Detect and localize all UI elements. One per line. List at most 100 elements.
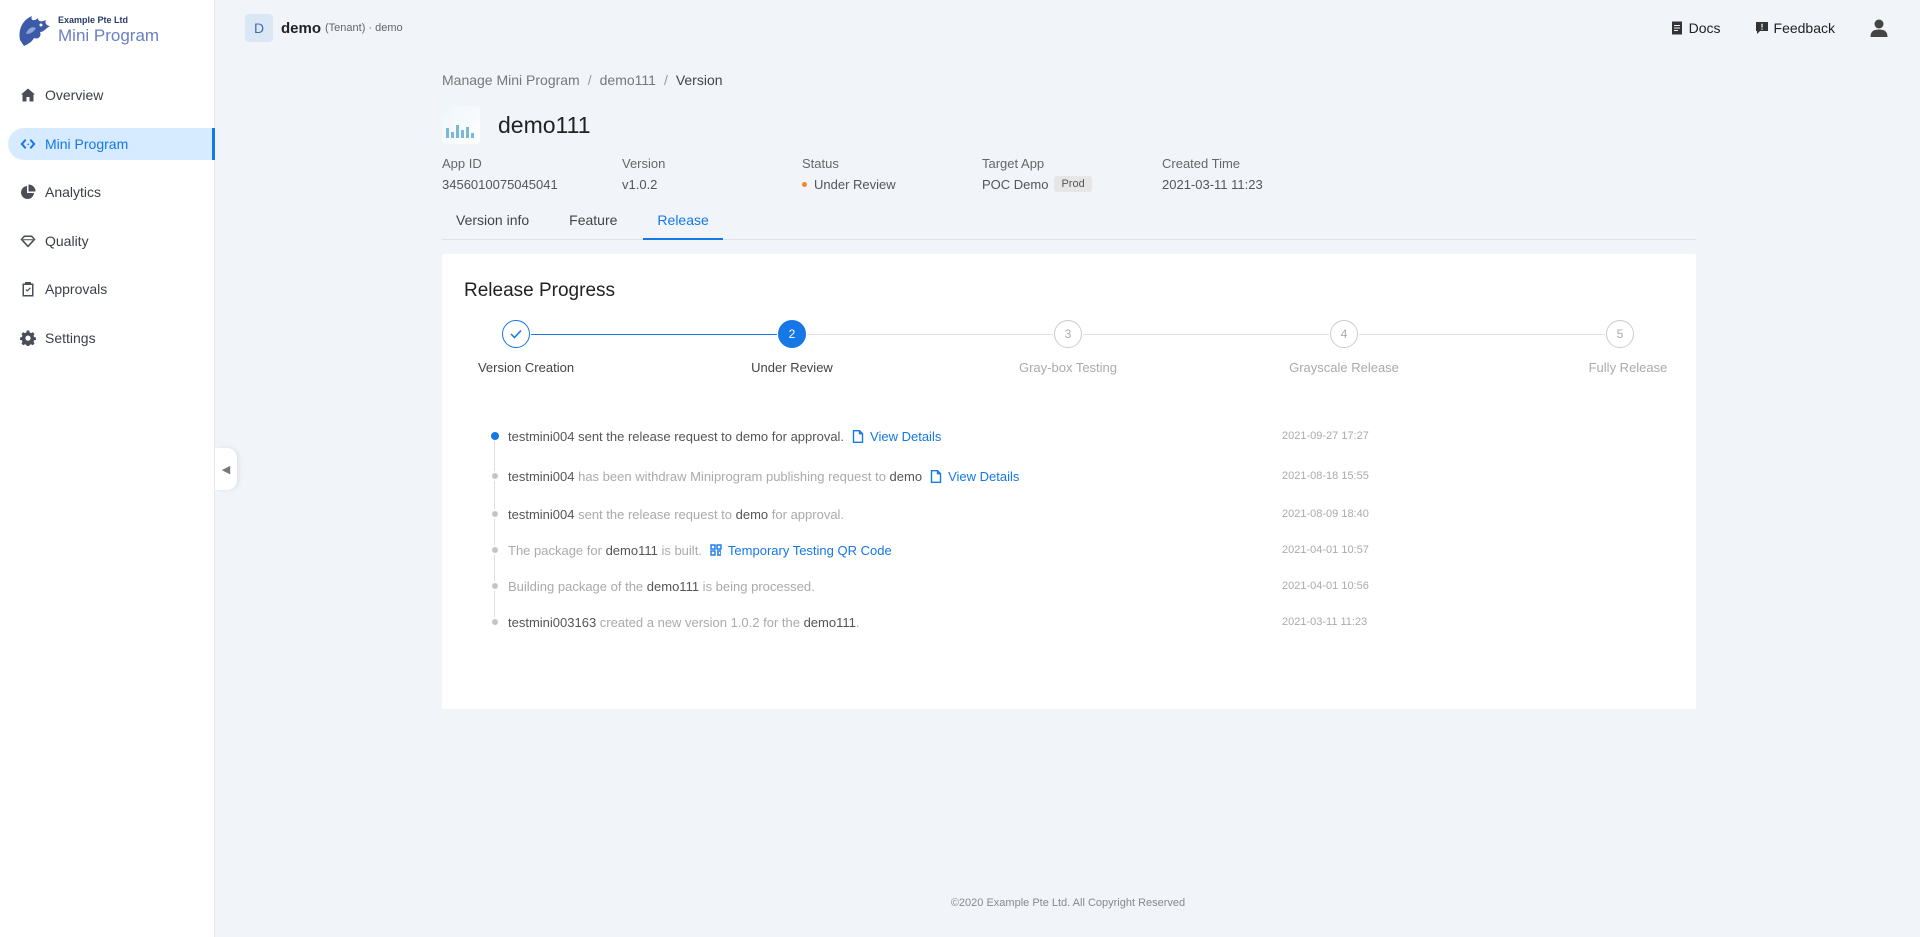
user-menu-button[interactable]: [1869, 18, 1894, 38]
sidebar-collapse-button[interactable]: ◀: [215, 448, 237, 490]
timeline-entity: demo: [735, 428, 769, 444]
home-icon: [21, 88, 35, 102]
step-label-2: Under Review: [751, 360, 833, 375]
step-circle-3: 3: [1054, 320, 1082, 348]
timeline-entity: testmini004: [508, 468, 575, 484]
meta-label-version: Version: [622, 156, 666, 171]
qr-code-link[interactable]: Temporary Testing QR Code: [710, 543, 892, 558]
logo-company: Example Pte Ltd: [58, 14, 129, 25]
timeline-entity: demo111: [605, 542, 658, 558]
top-header: D demo (Tenant) · demo Docs Feedback: [216, 0, 1920, 56]
gear-icon: [20, 330, 36, 346]
timeline-entity: demo: [889, 468, 923, 484]
breadcrumb-item-current: Version: [675, 72, 723, 88]
timeline-time: 2021-08-18 15:55: [1282, 470, 1369, 482]
timeline-item: Building package of the demo111 is being…: [492, 576, 1608, 617]
timeline-connector: [494, 555, 495, 581]
timeline-text: testmini003163 created a new version 1.0…: [508, 615, 859, 630]
docs-link[interactable]: Docs: [1670, 20, 1721, 36]
app-name: demo111: [498, 111, 591, 138]
link-label: View Details: [948, 468, 1020, 484]
card-title: Release Progress: [464, 280, 616, 301]
tab-version-info[interactable]: Version info: [442, 208, 543, 240]
release-steps: Version Creation 2 Under Review 3 Gray-box T…: [442, 320, 1696, 380]
step-connector: [1083, 334, 1329, 335]
status-dot: [802, 181, 807, 187]
code-icon: [20, 138, 36, 149]
pie-chart-icon: [21, 184, 36, 199]
timeline-phrase: has been withdraw Miniprogram publishing…: [574, 468, 890, 484]
check-icon: [510, 329, 522, 339]
timeline-dot: [492, 547, 498, 553]
tenant-avatar[interactable]: D: [245, 14, 273, 42]
sidebar-item-label: Quality: [45, 232, 89, 249]
app-meta: App ID 3456010075045041 Version v1.0.2 S…: [442, 156, 1696, 193]
tab-bar: Version info Feature Release: [442, 208, 1696, 240]
sidebar-item-approvals[interactable]: Approvals: [8, 273, 215, 305]
sidebar-item-label: Approvals: [45, 281, 108, 297]
breadcrumb-item-app[interactable]: demo111: [600, 72, 656, 88]
logo-product: Mini Program: [58, 25, 160, 45]
view-details-link[interactable]: View Details: [930, 469, 1019, 484]
sidebar-item-label: Mini Program: [45, 135, 129, 152]
tab-feature[interactable]: Feature: [555, 208, 631, 240]
sidebar-item-quality[interactable]: Quality: [8, 225, 215, 257]
qr-code-icon: [710, 543, 722, 556]
step-label-5: Fully Release: [1588, 360, 1668, 375]
link-label: Temporary Testing QR Code: [727, 542, 892, 558]
timeline-phrase: for approval.: [768, 506, 845, 522]
timeline-dot: [492, 583, 498, 589]
main-content: Manage Mini Program / demo111 / Version demo…: [442, 72, 1696, 709]
meta-value-status: Under Review: [814, 176, 896, 192]
timeline-time: 2021-08-09 18:40: [1282, 508, 1369, 520]
step-label-3: Gray-box Testing: [1018, 360, 1118, 375]
breadcrumb: Manage Mini Program / demo111 / Version: [442, 72, 1696, 89]
step-connector: [531, 334, 777, 335]
sidebar-item-settings[interactable]: Settings: [8, 322, 215, 354]
meta-label-app-id: App ID: [442, 156, 482, 171]
timeline-item: The package for demo111 is built. Tempora…: [492, 540, 1608, 581]
footer-copyright: ©2020 Example Pte Ltd. All Copyright Res…: [950, 897, 1186, 909]
tab-release[interactable]: Release: [643, 208, 723, 240]
sidebar-item-mini-program[interactable]: Mini Program: [8, 127, 215, 160]
sidebar-nav: Overview Mini Program Analytics Quality …: [0, 79, 215, 370]
timeline-entity: demo111: [646, 578, 700, 594]
step-circle-2: 2: [778, 320, 806, 348]
clipboard-icon: [22, 282, 34, 297]
timeline-phrase: sent the release request to: [574, 428, 736, 444]
breadcrumb-separator: /: [663, 72, 668, 88]
sidebar-item-label: Overview: [45, 87, 104, 103]
feedback-link[interactable]: Feedback: [1755, 20, 1835, 36]
sidebar-item-overview[interactable]: Overview: [8, 79, 215, 111]
sidebar-item-analytics[interactable]: Analytics: [8, 176, 215, 208]
logo[interactable]: Example Pte Ltd Mini Program: [14, 10, 159, 50]
timeline-dot: [492, 511, 498, 517]
timeline-connector: [494, 519, 495, 545]
meta-value-app-id: 3456010075045041: [442, 176, 558, 192]
timeline-entity: testmini004: [508, 428, 575, 444]
user-icon: [1870, 19, 1888, 37]
timeline-item: testmini004 sent the release request to …: [492, 504, 1608, 545]
dragon-logo-icon: [19, 16, 50, 46]
step-connector: [807, 334, 1053, 335]
timeline-item: testmini003163 created a new version 1.0…: [492, 612, 1608, 632]
timeline-item: testmini004 sent the release request to …: [491, 426, 1608, 471]
sidebar: Example Pte Ltd Mini Program Overview Mi…: [0, 0, 215, 937]
tenant-name[interactable]: demo: [281, 20, 321, 37]
meta-value-target-app: POC Demo: [982, 176, 1049, 192]
step-circle-5: 5: [1606, 320, 1634, 348]
timeline-phrase: is built.: [657, 542, 702, 558]
docs-label: Docs: [1688, 20, 1721, 36]
app-title-row: demo111: [442, 106, 1696, 144]
document-icon: [1671, 21, 1682, 35]
timeline-phrase: .: [855, 614, 860, 630]
breadcrumb-item-manage[interactable]: Manage Mini Program: [442, 72, 580, 88]
file-icon: [852, 429, 864, 443]
timeline-entity: demo111: [803, 614, 856, 630]
timeline-phrase: Building package of the: [508, 578, 647, 594]
timeline-phrase: The package for: [508, 542, 606, 558]
view-details-link[interactable]: View Details: [852, 429, 941, 444]
meta-label-status: Status: [802, 156, 839, 171]
timeline-text: The package for demo111 is built.: [508, 543, 702, 558]
link-label: View Details: [870, 428, 942, 444]
